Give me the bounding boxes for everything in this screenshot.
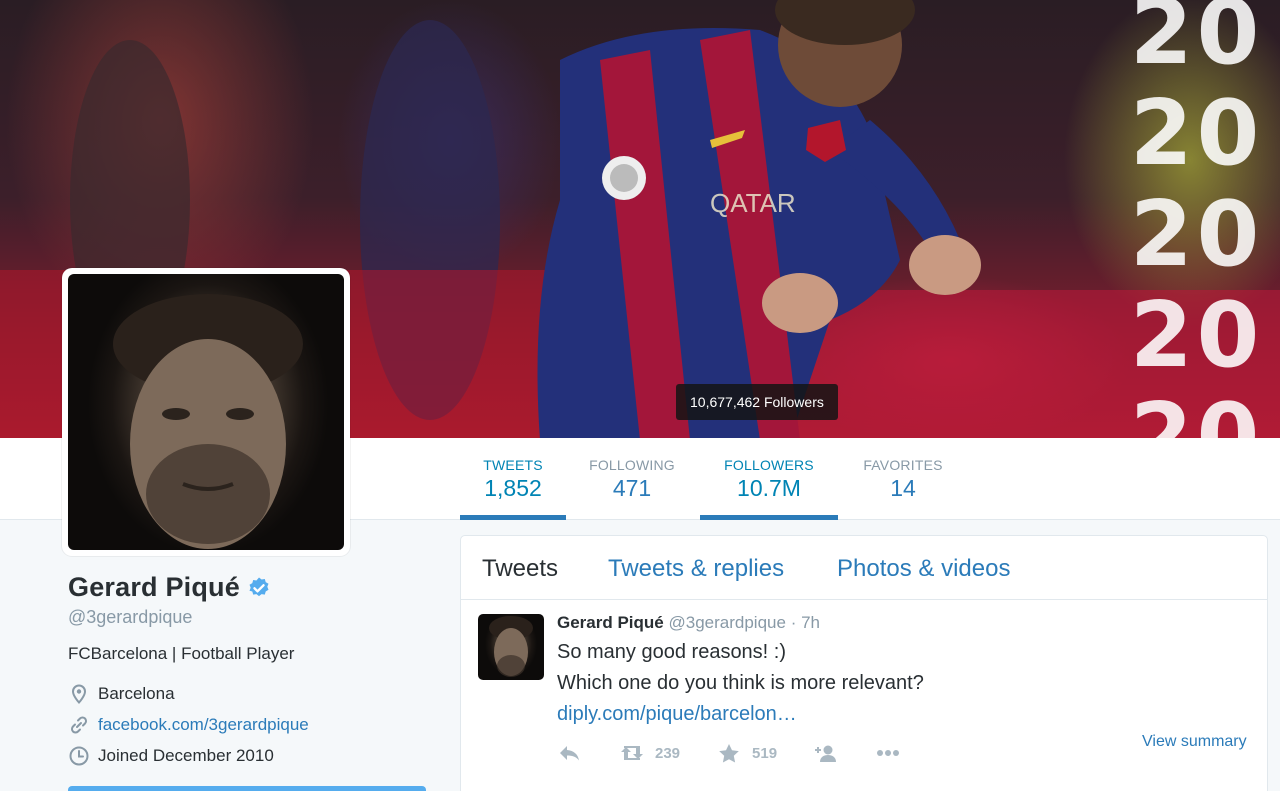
banner-year-4: 20 — [1130, 283, 1264, 388]
verified-badge-icon — [249, 577, 269, 596]
profile-website-link[interactable]: facebook.com/3gerardpique — [98, 715, 309, 735]
avatar-photo — [68, 274, 344, 550]
stat-tweets-value: 1,852 — [484, 475, 542, 501]
more-dots-icon — [877, 750, 900, 756]
stat-followers-value: 10.7M — [737, 475, 801, 501]
banner-year-2: 20 — [1130, 81, 1264, 186]
link-icon — [70, 716, 88, 734]
tweet-author-name[interactable]: Gerard Piqué — [557, 613, 664, 632]
follow-add-button[interactable] — [813, 743, 839, 763]
more-button[interactable] — [875, 743, 901, 763]
tab-tweets[interactable]: Tweets — [482, 555, 558, 583]
tweet-header: Gerard Piqué @3gerardpique · 7h — [557, 613, 820, 633]
star-icon — [719, 744, 739, 763]
retweet-icon — [621, 746, 643, 760]
banner-years-overlay: 20 20 20 20 20 — [1130, 0, 1263, 438]
profile-joined-text: Joined December 2010 — [98, 746, 274, 765]
favorite-button[interactable]: 519 — [716, 743, 777, 763]
tweet-link[interactable]: diply.com/pique/barcelon… — [557, 703, 797, 726]
tweet-text-line-2: Which one do you think is more relevant? — [557, 672, 924, 694]
banner-year-1: 20 — [1130, 0, 1264, 85]
tweet-avatar-portrait — [489, 616, 533, 677]
stat-favorites[interactable]: FAVORITES 14 — [848, 438, 958, 520]
stat-following-value: 471 — [612, 475, 652, 501]
profile-name-row: Gerard Piqué — [68, 572, 271, 603]
profile-website: facebook.com/3gerardpique — [68, 712, 309, 738]
clock-icon — [69, 746, 89, 766]
profile-location-text: Barcelona — [98, 684, 175, 703]
stat-following-label: FOLLOWING — [589, 457, 675, 473]
stat-followers-underline — [700, 515, 838, 520]
tweet-item[interactable]: Gerard Piqué @3gerardpique · 7h So many … — [461, 601, 1267, 787]
banner-year-3: 20 — [1130, 182, 1264, 287]
retweet-button[interactable]: 239 — [619, 743, 680, 763]
tweet-author-handle[interactable]: @3gerardpique — [669, 613, 786, 632]
profile-bio: FCBarcelona | Football Player — [68, 644, 295, 663]
tweet-actions: 239 519 — [557, 741, 937, 765]
stat-tweets[interactable]: TWEETS 1,852 — [460, 438, 566, 520]
stat-favorites-label: FAVORITES — [863, 457, 943, 473]
tweet-separator: · — [790, 613, 797, 632]
reply-button[interactable] — [557, 743, 583, 763]
tweet-to-button[interactable] — [68, 786, 426, 791]
stat-following[interactable]: FOLLOWING 471 — [576, 438, 688, 520]
timeline-card: Tweets Tweets & replies Photos & videos … — [460, 535, 1268, 791]
profile-handle[interactable]: @3gerardpique — [68, 607, 192, 628]
retweet-count: 239 — [655, 744, 681, 762]
view-summary-link[interactable]: View summary — [1142, 733, 1247, 751]
stat-tweets-underline — [460, 515, 566, 520]
location-pin-icon — [71, 684, 87, 704]
tweet-avatar[interactable] — [478, 614, 544, 680]
tab-tweets-and-replies[interactable]: Tweets & replies — [608, 555, 784, 583]
tweet-text-line-1: So many good reasons! :) — [557, 641, 787, 663]
avatar-portrait — [113, 294, 303, 549]
stat-followers[interactable]: FOLLOWERS 10.7M — [700, 438, 838, 520]
profile-joined: Joined December 2010 — [68, 743, 274, 769]
timeline-tabs: Tweets Tweets & replies Photos & videos — [461, 536, 1267, 600]
stat-tweets-label: TWEETS — [483, 457, 543, 473]
stat-followers-label: FOLLOWERS — [724, 457, 814, 473]
profile-avatar[interactable] — [62, 268, 350, 556]
svg-text:QATAR: QATAR — [710, 188, 796, 218]
followers-tooltip: 10,677,462 Followers — [676, 384, 838, 420]
tab-photos-and-videos[interactable]: Photos & videos — [837, 555, 1010, 583]
profile-name: Gerard Piqué — [68, 572, 240, 602]
tweet-timestamp[interactable]: 7h — [801, 613, 820, 632]
stat-favorites-value: 14 — [890, 475, 916, 501]
banner-year-5: 20 — [1130, 384, 1264, 438]
add-user-icon — [815, 745, 837, 762]
favorite-count: 519 — [752, 744, 778, 762]
reply-icon — [560, 746, 579, 761]
profile-location: Barcelona — [68, 681, 175, 707]
